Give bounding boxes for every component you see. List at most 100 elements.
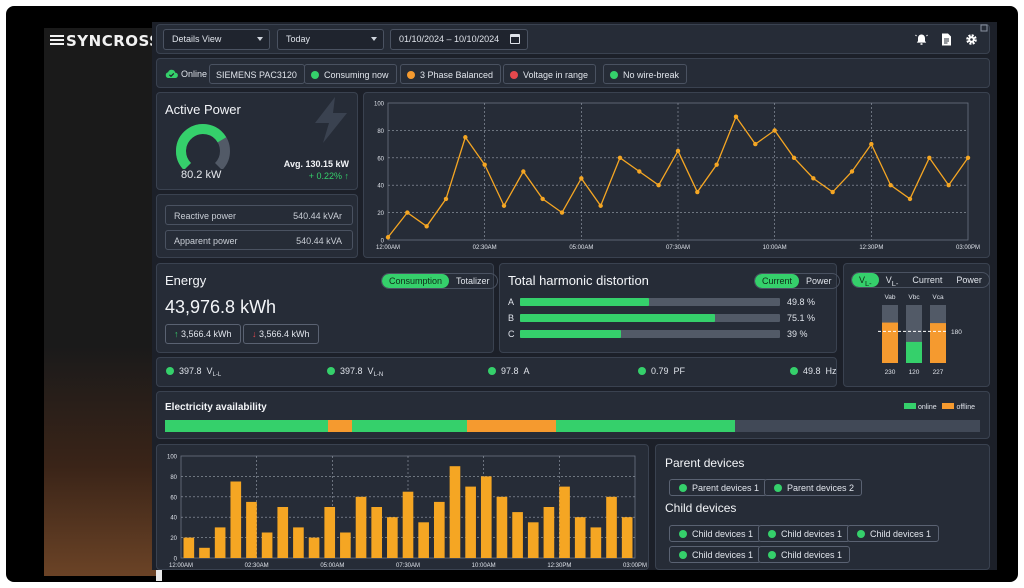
parent-device-chip[interactable]: Parent devices 1 — [669, 479, 768, 496]
data-point — [946, 183, 951, 188]
status-dot-icon — [510, 71, 518, 79]
availability-segment — [165, 420, 328, 432]
y-tick-label: 20 — [170, 536, 177, 542]
data-point — [598, 203, 603, 208]
data-point — [714, 162, 719, 167]
availability-title: Electricity availability — [165, 402, 267, 413]
phase-bar-chart: Vab 230 Vbc 120 Vca 227 180 — [878, 294, 962, 376]
phase-bar-label: Vca — [932, 294, 944, 301]
reading-value: 97.8 — [501, 366, 519, 376]
reading-unit: PF — [673, 366, 686, 376]
status-chip: 3 Phase Balanced — [400, 64, 502, 84]
data-bar — [418, 522, 429, 558]
data-point — [540, 196, 545, 202]
tab-current[interactable]: Current — [755, 274, 800, 288]
parent-device-chip[interactable]: Parent devices 2 — [764, 479, 863, 496]
availability-segment — [735, 420, 980, 432]
data-point — [656, 183, 661, 188]
data-bar — [246, 501, 257, 558]
child-device-chip[interactable]: Child devices 1 — [669, 546, 762, 563]
alarm-bell-icon[interactable] — [915, 33, 928, 46]
data-bar — [214, 527, 226, 558]
data-point — [849, 169, 855, 174]
child-device-chip[interactable]: Child devices 1 — [758, 546, 851, 563]
logo-mark-icon — [50, 35, 64, 45]
x-tick-label: 03:00PM — [623, 563, 647, 569]
data-bar — [606, 496, 617, 558]
thd-phase-label: C — [508, 329, 515, 339]
data-point — [617, 155, 623, 160]
arrow-up-icon: ↑ — [344, 171, 350, 181]
tab-consumption[interactable]: Consumption — [382, 274, 450, 288]
top-toolbar: Details View Today 01/10/2024 – 10/10/20… — [156, 24, 990, 54]
x-tick-label: 10:00AM — [472, 563, 496, 569]
data-point — [772, 128, 777, 133]
data-bar — [308, 537, 320, 558]
data-bar — [324, 507, 336, 558]
threshold-label: 180 — [951, 329, 962, 336]
reading-unit: A — [523, 366, 530, 376]
dashboard: Details View Today 01/10/2024 – 10/10/20… — [152, 22, 997, 570]
tab-vll[interactable]: VL-L — [852, 273, 879, 287]
child-device-chip[interactable]: Child devices 1 — [847, 525, 940, 542]
thd-tab-switch: Current Power — [754, 273, 840, 289]
period-select[interactable]: Today — [277, 29, 384, 50]
thd-phase-label: A — [508, 297, 515, 307]
device-label: Parent devices 1 — [692, 483, 760, 493]
view-select[interactable]: Details View — [163, 29, 270, 50]
child-device-chip[interactable]: Child devices 1 — [758, 525, 851, 542]
data-point — [733, 114, 739, 119]
brand-logo[interactable]: SYNCROSS — [50, 32, 160, 50]
energy-tab-switch: Consumption Totalizer — [381, 273, 498, 289]
reading-item: 397.8 VL-L — [166, 366, 221, 378]
reading-item: 397.8 VL-N — [327, 366, 383, 378]
y-tick-label: 20 — [377, 211, 384, 217]
expand-icon[interactable] — [980, 24, 989, 33]
settings-gear-icon[interactable] — [965, 33, 978, 46]
date-range-picker[interactable]: 01/10/2024 – 10/10/2024 — [390, 29, 528, 50]
x-tick-label: 12:00AM — [376, 245, 400, 251]
data-point — [443, 196, 449, 202]
x-tick-label: 12:30PM — [547, 563, 571, 569]
y-tick-label: 100 — [167, 455, 178, 461]
thd-bars: A 49.8 % B 75.1 % C 39 % — [508, 297, 830, 347]
status-chip: No wire-break — [603, 64, 688, 84]
status-dot-icon — [790, 367, 798, 375]
device-label: Parent devices 2 — [787, 483, 855, 493]
data-point — [463, 135, 468, 140]
reading-value: 397.8 — [179, 366, 202, 376]
availability-legend: online offline — [904, 403, 975, 411]
x-tick-label: 07:30AM — [666, 245, 690, 251]
arrow-down-icon: ↓ — [252, 329, 257, 339]
energy-decrease-badge: ↓ 3,566.4 kWh — [243, 324, 319, 344]
reading-item: 97.8 A — [488, 366, 530, 376]
cloud-check-icon — [165, 69, 178, 78]
phase-bar — [906, 341, 922, 363]
data-point — [482, 162, 487, 167]
phase-bar — [882, 322, 898, 363]
child-devices-title: Child devices — [665, 501, 737, 515]
availability-card: Electricity availability online offline — [156, 391, 990, 439]
thd-value: 49.8 % — [787, 297, 816, 307]
y-tick-label: 0 — [381, 239, 385, 245]
tab-phase-power[interactable]: Power — [949, 273, 989, 287]
y-tick-label: 0 — [174, 557, 178, 563]
energy-bar-chart: 0 20 40 60 80 100 12:00AM 02:30AM 05:00AM 07:30AM… — [167, 455, 647, 570]
reading-item: 0.79 PF — [638, 366, 685, 376]
tab-power[interactable]: Power — [799, 274, 839, 288]
tab-vln[interactable]: VL-N — [879, 273, 906, 287]
data-bar — [449, 466, 461, 558]
child-device-chip[interactable]: Child devices 1 — [669, 525, 762, 542]
tab-phase-current[interactable]: Current — [905, 273, 949, 287]
parent-devices-title: Parent devices — [665, 456, 745, 470]
tab-totalizer[interactable]: Totalizer — [449, 274, 497, 288]
status-chip: Consuming now — [304, 64, 397, 84]
phase-bar — [930, 323, 946, 363]
report-document-icon[interactable] — [941, 33, 952, 46]
phase-bar-value: 230 — [885, 369, 896, 376]
x-tick-label: 12:30PM — [859, 245, 883, 251]
data-bar — [574, 517, 586, 558]
availability-segment — [328, 420, 353, 432]
status-dot-icon — [327, 367, 335, 375]
availability-timeline — [165, 420, 980, 432]
